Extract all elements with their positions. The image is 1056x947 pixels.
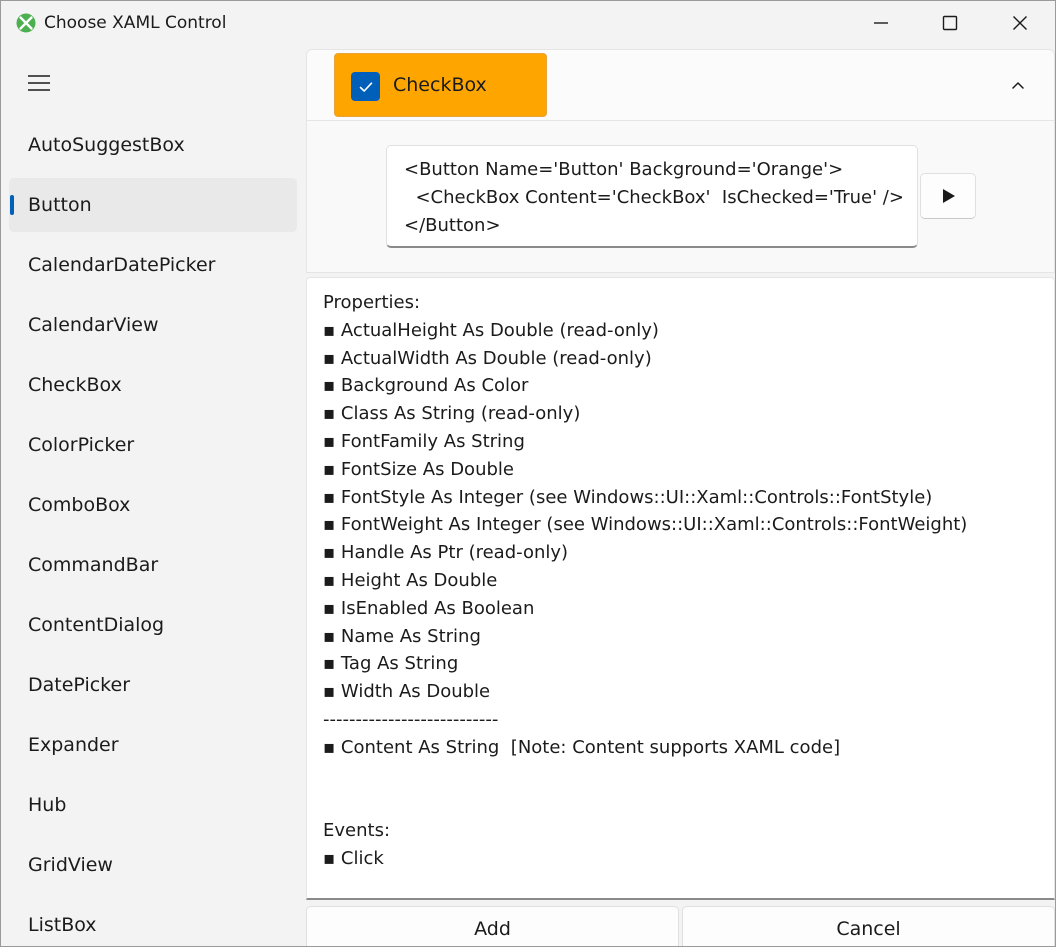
property-line: ▪ FontStyle As Integer (see Windows::UI:… — [323, 486, 933, 508]
checkmark-icon — [359, 81, 372, 92]
property-line: ▪ FontFamily As String — [323, 430, 525, 452]
sidebar-item-gridview[interactable]: GridView — [9, 838, 297, 892]
sidebar-item-checkbox[interactable]: CheckBox — [9, 358, 297, 412]
sidebar-item-label: DatePicker — [28, 674, 131, 696]
sidebar: AutoSuggestBox Button CalendarDatePicker Ca… — [1, 45, 305, 946]
action-bar: Add Cancel — [306, 906, 1055, 946]
maximize-icon — [942, 15, 958, 31]
sidebar-item-contentdialog[interactable]: ContentDialog — [9, 598, 297, 652]
property-line — [323, 789, 1054, 817]
property-line: --------------------------- — [323, 708, 499, 730]
sidebar-item-label: ColorPicker — [28, 434, 135, 456]
app-window: Choose XAML Control AutoSuggestBox Button… — [0, 0, 1056, 947]
property-line: ▪ IsEnabled As Boolean — [323, 597, 535, 619]
preview-button[interactable]: CheckBox — [334, 53, 547, 117]
property-line: ▪ Click — [323, 847, 384, 869]
expander-header[interactable]: CheckBox — [306, 49, 1055, 121]
title-bar: Choose XAML Control — [1, 1, 1055, 45]
sidebar-item-datepicker[interactable]: DatePicker — [9, 658, 297, 712]
sidebar-item-autosuggestbox[interactable]: AutoSuggestBox — [9, 118, 297, 172]
property-line: ▪ Class As String (read-only) — [323, 403, 581, 425]
selection-indicator — [10, 195, 14, 215]
sidebar-item-label: ListBox — [28, 914, 97, 936]
sidebar-item-label: CalendarDatePicker — [28, 254, 216, 276]
sidebar-item-label: Button — [28, 194, 92, 216]
preview-checkbox-label: CheckBox — [393, 74, 487, 96]
hamburger-menu-icon[interactable] — [27, 73, 51, 93]
minimize-icon — [874, 22, 888, 24]
sidebar-item-label: ContentDialog — [28, 614, 165, 636]
sidebar-item-label: GridView — [28, 854, 113, 876]
xaml-code-input[interactable]: <Button Name='Button' Background='Orange… — [386, 145, 918, 248]
window-title: Choose XAML Control — [44, 13, 227, 33]
property-line: ▪ Handle As Ptr (read-only) — [323, 542, 569, 564]
sidebar-item-commandbar[interactable]: CommandBar — [9, 538, 297, 592]
add-button[interactable]: Add — [306, 906, 679, 946]
sidebar-item-label: CalendarView — [28, 314, 159, 336]
property-line: ▪ FontSize As Double — [323, 458, 514, 480]
property-line: ▪ ActualWidth As Double (read-only) — [323, 347, 652, 369]
close-button[interactable] — [985, 1, 1055, 45]
close-icon — [1013, 16, 1027, 30]
expander-content: <Button Name='Button' Background='Orange… — [306, 121, 1055, 273]
minimize-button[interactable] — [846, 1, 916, 45]
property-line: ▪ Name As String — [323, 625, 481, 647]
sidebar-item-label: Expander — [28, 734, 119, 756]
sidebar-item-hub[interactable]: Hub — [9, 778, 297, 832]
property-line: Events: — [323, 820, 391, 842]
preview-checkbox[interactable] — [351, 72, 380, 101]
sidebar-item-expander[interactable]: Expander — [9, 718, 297, 772]
sidebar-item-label: CommandBar — [28, 554, 159, 576]
sidebar-item-calendarview[interactable]: CalendarView — [9, 298, 297, 352]
property-line: ▪ Height As Double — [323, 569, 498, 591]
property-line: Properties: — [323, 292, 421, 313]
sidebar-item-listbox[interactable]: ListBox — [9, 898, 297, 946]
sidebar-item-button[interactable]: Button — [9, 178, 297, 232]
maximize-button[interactable] — [915, 1, 985, 45]
cancel-button[interactable]: Cancel — [682, 906, 1055, 946]
main-panel: CheckBox <Button Name='Button' Backgroun… — [306, 49, 1055, 946]
property-line: ▪ Content As String [Note: Content suppo… — [323, 736, 841, 758]
sidebar-item-label: ComboBox — [28, 494, 131, 516]
property-line: ▪ Width As Double — [323, 681, 491, 703]
property-line: ▪ FontWeight As Integer (see Windows::UI… — [323, 514, 968, 536]
play-icon — [943, 189, 955, 203]
sidebar-item-label: AutoSuggestBox — [28, 134, 185, 156]
property-line — [323, 762, 1054, 790]
sidebar-item-label: Hub — [28, 794, 67, 816]
sidebar-item-colorpicker[interactable]: ColorPicker — [9, 418, 297, 472]
property-line: ▪ ActualHeight As Double (read-only) — [323, 319, 659, 341]
sidebar-item-label: CheckBox — [28, 374, 122, 396]
chevron-up-icon[interactable] — [1010, 78, 1026, 92]
run-button[interactable] — [920, 173, 976, 219]
xbox-logo-icon — [16, 13, 36, 33]
property-line: ▪ Background As Color — [323, 375, 529, 397]
sidebar-item-calendardatepicker[interactable]: CalendarDatePicker — [9, 238, 297, 292]
sidebar-item-combobox[interactable]: ComboBox — [9, 478, 297, 532]
properties-panel: Properties: ▪ ActualHeight As Double (rea… — [306, 277, 1055, 900]
property-line: ▪ Tag As String — [323, 653, 459, 675]
